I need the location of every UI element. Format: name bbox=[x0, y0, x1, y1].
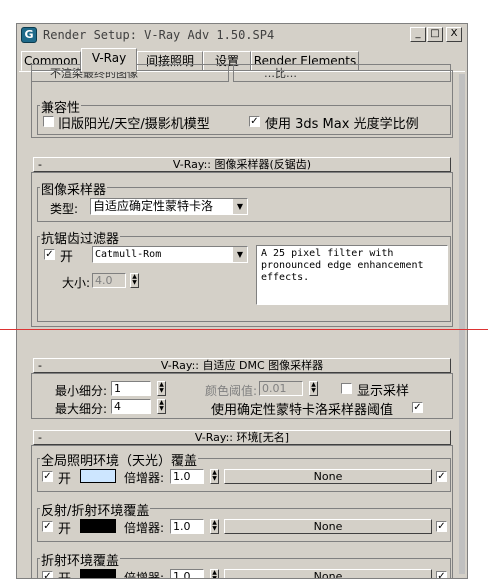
env-gi-map-checkbox[interactable]: ✓ bbox=[436, 471, 447, 482]
aa-filter-group: 抗锯齿过滤器 ✓ 开 Catmull-Rom ▼ 大小: 4.0 ▲ ▼ A 25… bbox=[37, 228, 451, 322]
env-refl-on-label: 开 bbox=[58, 522, 72, 537]
min-subdivs-label: 最小细分: bbox=[55, 384, 108, 398]
window-title: Render Setup: V-Ray Adv 1.50.SP4 bbox=[43, 28, 275, 42]
size-field[interactable]: 4.0 bbox=[92, 273, 126, 288]
env-refr-mult-spinner[interactable]: ▲ ▼ bbox=[210, 569, 219, 578]
env-gi-map-button[interactable]: None bbox=[224, 469, 432, 484]
env-refl-mult-label: 倍增器: bbox=[124, 521, 165, 535]
env-refl-title: 反射/折射环境覆盖 bbox=[40, 500, 151, 519]
minimize-button[interactable]: _ bbox=[410, 27, 426, 42]
env-gi-on-label: 开 bbox=[58, 472, 72, 487]
sampler-type-value: 自适应确定性蒙特卡洛 bbox=[93, 199, 214, 213]
collapse-icon: - bbox=[38, 431, 42, 444]
legacy-label: 旧版阳光/天空/摄影机模型 bbox=[58, 117, 210, 132]
env-refl-mult-spinner[interactable]: ▲ ▼ bbox=[210, 519, 219, 534]
dmc-rollout-header[interactable]: - V-Ray:: 自适应 DMC 图像采样器 bbox=[33, 358, 451, 373]
env-gi-title: 全局照明环境（天光）覆盖 bbox=[40, 450, 199, 469]
image-sampler-rollout-header[interactable]: - V-Ray:: 图像采样器(反锯齿) bbox=[33, 157, 451, 172]
aa-on-checkbox[interactable]: ✓ bbox=[44, 249, 55, 260]
color-threshold-spinner[interactable]: ▲ ▼ bbox=[309, 381, 318, 396]
env-refr-color-swatch[interactable] bbox=[80, 569, 116, 578]
environment-rollout-title: V-Ray:: 环境[无名] bbox=[194, 431, 290, 444]
show-samples-label: 显示采样 bbox=[357, 384, 410, 399]
env-refl-map-button[interactable]: None bbox=[224, 519, 432, 534]
env-gi-mult-field[interactable]: 1.0 bbox=[170, 469, 204, 484]
use-3ds-label: 使用 3ds Max 光度学比例 bbox=[265, 117, 419, 132]
filter-dropdown[interactable]: Catmull-Rom ▼ bbox=[92, 246, 248, 263]
chevron-down-icon: ▼ bbox=[232, 199, 247, 214]
env-gi-on-checkbox[interactable]: ✓ bbox=[42, 471, 53, 482]
size-spinner[interactable]: ▲ ▼ bbox=[130, 273, 139, 288]
env-group-reflection: 反射/折射环境覆盖 ✓ 开 倍增器: 1.0 ▲ ▼ None ✓ bbox=[37, 500, 451, 542]
title-bar[interactable]: G Render Setup: V-Ray Adv 1.50.SP4 _ □ X bbox=[17, 24, 467, 47]
show-samples-checkbox[interactable] bbox=[341, 383, 352, 394]
app-icon: G bbox=[21, 27, 37, 43]
env-refr-map-button[interactable]: None bbox=[224, 569, 432, 578]
env-refr-map-checkbox[interactable]: ✓ bbox=[436, 571, 447, 578]
env-gi-mult-label: 倍增器: bbox=[124, 471, 165, 485]
env-refl-color-swatch[interactable] bbox=[80, 519, 116, 533]
restore-button[interactable]: □ bbox=[427, 27, 443, 42]
sampler-type-dropdown[interactable]: 自适应确定性蒙特卡洛 ▼ bbox=[90, 198, 248, 215]
max-subdivs-spinner[interactable]: ▲ ▼ bbox=[157, 399, 166, 414]
use-3ds-checkbox[interactable]: ✓ bbox=[249, 116, 260, 127]
tab-content: 不渲染最终的图像 …比… 兼容性 旧版阳光/天空/摄影机模型 ✓ 使用 3ds … bbox=[19, 64, 465, 579]
color-threshold-label: 颜色阈值: bbox=[205, 384, 258, 398]
env-refr-mult-field[interactable]: 1.0 bbox=[170, 569, 204, 578]
env-refl-on-checkbox[interactable]: ✓ bbox=[42, 521, 53, 532]
use-dmc-threshold-checkbox[interactable]: ✓ bbox=[412, 402, 423, 413]
compat-group: 兼容性 旧版阳光/天空/摄影机模型 ✓ 使用 3ds Max 光度学比例 bbox=[37, 97, 451, 135]
env-refr-title: 折射环境覆盖 bbox=[40, 550, 121, 569]
env-gi-mult-spinner[interactable]: ▲ ▼ bbox=[210, 469, 219, 484]
image-sampler-group: 图像采样器 类型: 自适应确定性蒙特卡洛 ▼ bbox=[37, 179, 451, 222]
max-subdivs-field[interactable]: 4 bbox=[111, 399, 151, 414]
env-refl-map-checkbox[interactable]: ✓ bbox=[436, 521, 447, 532]
env-group-refraction: 折射环境覆盖 ✓ 开 倍增器: 1.0 ▲▼ None ✓ bbox=[37, 550, 451, 579]
image-sampler-rollout-title: V-Ray:: 图像采样器(反锯齿) bbox=[172, 158, 312, 171]
aa-on-label: 开 bbox=[60, 250, 74, 265]
collapse-icon: - bbox=[38, 359, 42, 372]
min-subdivs-field[interactable]: 1 bbox=[111, 381, 151, 396]
use-dmc-threshold-label: 使用确定性蒙特卡洛采样器阈值 bbox=[211, 403, 394, 418]
type-label: 类型: bbox=[50, 202, 79, 216]
filter-value: Catmull-Rom bbox=[95, 249, 162, 260]
render-setup-window: G Render Setup: V-Ray Adv 1.50.SP4 _ □ X… bbox=[16, 23, 468, 579]
size-label: 大小: bbox=[62, 276, 91, 290]
aa-filter-title: 抗锯齿过滤器 bbox=[40, 228, 121, 247]
env-refr-on-checkbox[interactable]: ✓ bbox=[42, 571, 53, 578]
env-refr-on-label: 开 bbox=[58, 568, 71, 578]
environment-rollout-header[interactable]: - V-Ray:: 环境[无名] bbox=[33, 430, 451, 445]
env-refl-mult-field[interactable]: 1.0 bbox=[170, 519, 204, 534]
legacy-checkbox[interactable] bbox=[43, 116, 54, 127]
guide-line bbox=[0, 329, 488, 330]
color-threshold-field[interactable]: 0.01 bbox=[259, 381, 303, 396]
tab-vray[interactable]: V-Ray bbox=[81, 48, 137, 72]
filter-description: A 25 pixel filter with pronounced edge e… bbox=[256, 245, 448, 305]
panel-scrollbar[interactable] bbox=[459, 74, 465, 574]
chevron-down-icon: ▼ bbox=[232, 247, 247, 262]
env-refr-mult-label: 倍增器: bbox=[124, 571, 165, 579]
env-gi-color-swatch[interactable] bbox=[80, 469, 116, 483]
image-sampler-group-title: 图像采样器 bbox=[40, 179, 108, 198]
min-subdivs-spinner[interactable]: ▲ ▼ bbox=[157, 381, 166, 396]
env-group-gi: 全局照明环境（天光）覆盖 ✓ 开 倍增器: 1.0 ▲ ▼ None ✓ bbox=[37, 450, 451, 492]
close-button[interactable]: X bbox=[446, 27, 462, 42]
collapse-icon: - bbox=[38, 158, 42, 171]
max-subdivs-label: 最大细分: bbox=[55, 402, 108, 416]
dmc-rollout-title: V-Ray:: 自适应 DMC 图像采样器 bbox=[160, 359, 324, 372]
